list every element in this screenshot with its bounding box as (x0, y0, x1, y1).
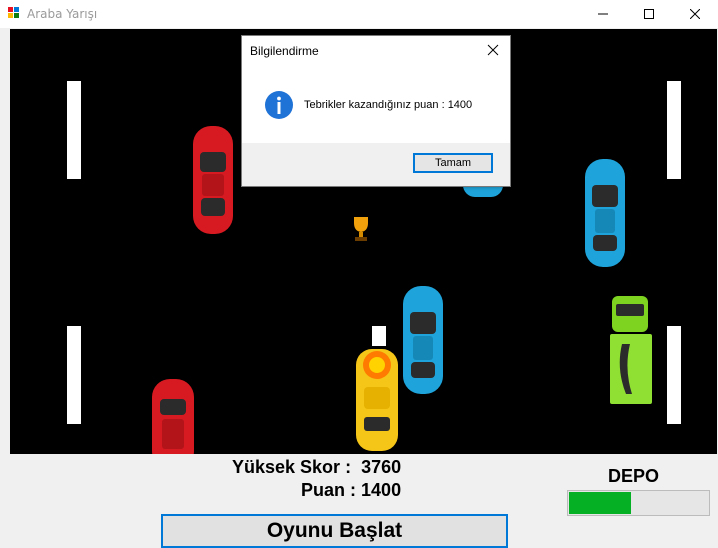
lane-marker (67, 81, 81, 179)
minimize-icon (598, 13, 608, 15)
dialog-message: Tebrikler kazandığınız puan : 1400 (304, 99, 473, 111)
red-car-bottom (152, 379, 194, 454)
trophy-icon (354, 217, 368, 241)
ok-button[interactable]: Tamam (413, 153, 493, 173)
fuel-bar-fill (569, 492, 632, 514)
lane-marker (372, 326, 386, 346)
lane-marker (67, 326, 81, 424)
green-truck (610, 296, 652, 404)
maximize-button[interactable] (626, 0, 672, 28)
lane-marker (667, 81, 681, 179)
close-button[interactable] (672, 0, 718, 28)
points: Puan : 1400 (301, 480, 401, 501)
info-dialog: Bilgilendirme Tebrikler kazandığınız pua… (241, 35, 511, 187)
dialog-close-button[interactable] (482, 40, 504, 60)
app-icon (8, 7, 20, 19)
points-label: Puan : (301, 480, 357, 500)
start-game-button[interactable]: Oyunu Başlat (161, 514, 508, 548)
fuel-label: DEPO (608, 466, 660, 486)
dialog-title: Bilgilendirme (250, 44, 319, 58)
info-icon (265, 91, 293, 119)
yellow-player-car (356, 349, 398, 451)
high-score-label: Yüksek Skor : (232, 457, 352, 477)
lane-marker (667, 326, 681, 424)
points-value: 1400 (361, 480, 402, 500)
maximize-icon (644, 9, 654, 19)
high-score-value: 3760 (361, 457, 402, 477)
window-title: Araba Yarışı (27, 7, 98, 21)
blue-car-center (403, 286, 443, 394)
title-bar: Araba Yarışı (0, 0, 718, 28)
high-score: Yüksek Skor : 3760 (232, 457, 401, 478)
close-icon (690, 9, 700, 19)
fuel-bar (567, 490, 710, 516)
minimize-button[interactable] (580, 0, 626, 28)
close-icon (487, 44, 499, 56)
blue-car-right (585, 159, 625, 267)
red-car-left (193, 126, 233, 234)
